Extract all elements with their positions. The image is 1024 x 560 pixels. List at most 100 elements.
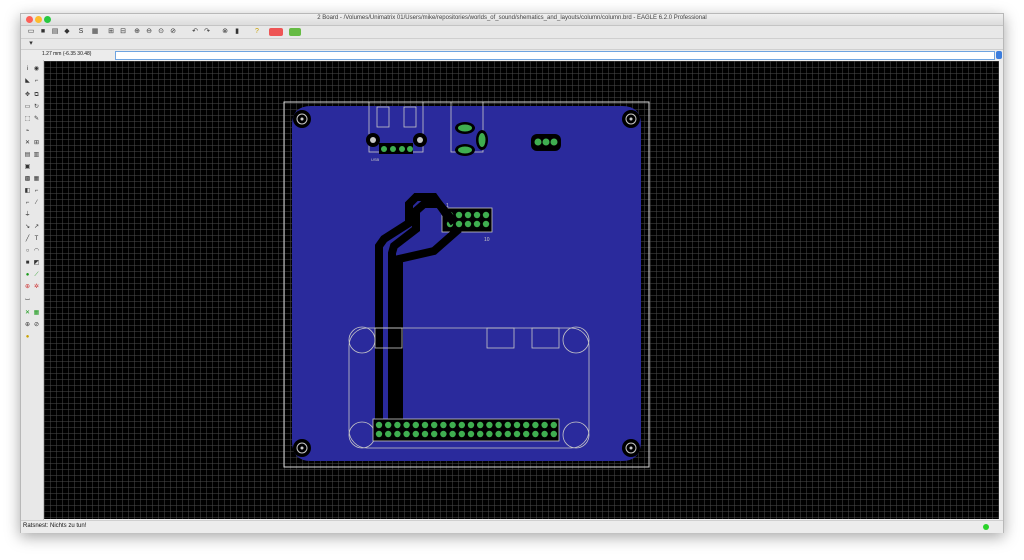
- gpio-pad: [403, 421, 410, 429]
- command-input[interactable]: [115, 51, 995, 60]
- zoom-out-icon[interactable]: ⊖: [145, 28, 153, 36]
- wire-icon[interactable]: ⁄: [33, 200, 40, 207]
- text-icon[interactable]: T: [33, 236, 40, 243]
- script-icon[interactable]: S: [77, 28, 85, 36]
- signal-icon[interactable]: ⏚: [24, 212, 31, 219]
- status-bar: Ratsnest: Nichts zu tun!: [21, 520, 1003, 533]
- help-icon[interactable]: ?: [253, 28, 261, 36]
- polygon-icon[interactable]: ◩: [33, 260, 40, 267]
- mounting-hole-tl: [293, 110, 311, 128]
- title-bar: 2 Board - /Volumes/Unimatrix 01/Users/mi…: [21, 14, 1003, 26]
- name-icon[interactable]: ▤: [24, 152, 31, 159]
- gpio-pad: [458, 421, 465, 429]
- save-icon[interactable]: ■: [39, 28, 47, 36]
- rotate-icon[interactable]: ↻: [33, 104, 40, 111]
- gpio-pad: [532, 430, 539, 438]
- smash-icon[interactable]: ▣: [24, 164, 31, 171]
- zoom-fit-icon[interactable]: ⊞: [107, 28, 115, 36]
- gpio-pad: [486, 430, 493, 438]
- main-toolbar: ▭ ■ ▤ ◆ S ▦ ⊞ ⊟ ⊕ ⊖ ⊙ ⊘ ↶ ↷ ⊗ ▮ ?: [21, 26, 1003, 39]
- coordinate-display: 1.27 mm (-6.35 30.48): [42, 51, 92, 57]
- gpio-pad: [394, 421, 401, 429]
- header-pad: [464, 211, 472, 219]
- undo-icon[interactable]: ↶: [191, 28, 199, 36]
- miter-icon[interactable]: ◧: [24, 188, 31, 195]
- gpio-pad: [449, 421, 456, 429]
- pcb-layout: 1 10 USB: [283, 101, 650, 468]
- command-history-button[interactable]: [996, 51, 1002, 59]
- header-pin-last-label: 10: [484, 237, 490, 243]
- header-pad: [473, 220, 481, 228]
- ripup-icon[interactable]: ⌐: [24, 200, 31, 207]
- group-icon[interactable]: ⬚: [24, 116, 31, 123]
- gpio-pad: [394, 430, 401, 438]
- change-icon[interactable]: ✎: [33, 116, 40, 123]
- errors-icon[interactable]: ⊘: [33, 322, 40, 329]
- mounting-hole-bl: [293, 439, 311, 457]
- zoom-last-icon[interactable]: ⊘: [169, 28, 177, 36]
- gpio-pad: [375, 421, 383, 429]
- delete-icon[interactable]: ✕: [24, 140, 31, 147]
- route-icon[interactable]: ⌐: [33, 188, 40, 195]
- autorouter-icon[interactable]: ↘: [24, 224, 31, 231]
- drc-icon[interactable]: ↗: [33, 224, 40, 231]
- mirror-icon[interactable]: ▭: [24, 104, 31, 111]
- erc-icon[interactable]: ⊕: [24, 322, 31, 329]
- via-icon[interactable]: ●: [24, 272, 31, 279]
- optimize-icon[interactable]: ▦: [33, 176, 40, 183]
- gpio-pad: [513, 421, 521, 429]
- gpio-pad: [486, 421, 493, 429]
- warning-icon[interactable]: ●: [24, 334, 31, 341]
- gpio-pad: [541, 430, 548, 438]
- pad-icon[interactable]: ⟋: [33, 272, 40, 279]
- move-icon[interactable]: ✥: [24, 92, 31, 99]
- design-link-icon[interactable]: [269, 28, 283, 36]
- circle-icon[interactable]: ○: [24, 248, 31, 255]
- gpio-pad: [458, 430, 465, 438]
- three-pin-connector: [531, 134, 561, 151]
- attribute-icon[interactable]: ✲: [33, 284, 40, 291]
- dimension-icon[interactable]: ⌴: [24, 296, 31, 303]
- ulp-icon[interactable]: ▦: [91, 28, 99, 36]
- cam-icon[interactable]: ◆: [63, 28, 71, 36]
- gpio-pad: [477, 430, 484, 438]
- show-icon[interactable]: ◉: [33, 66, 40, 73]
- stop-icon[interactable]: ⊗: [221, 28, 229, 36]
- zoom-select-icon[interactable]: ⊙: [157, 28, 165, 36]
- redo-icon[interactable]: ↷: [203, 28, 211, 36]
- line-icon[interactable]: ╱: [24, 236, 31, 243]
- zoom-in-icon[interactable]: ⊕: [133, 28, 141, 36]
- layer-select-icon[interactable]: ▾: [27, 40, 35, 48]
- gpio-pad: [385, 421, 392, 429]
- zoom-refresh-icon[interactable]: ⊟: [119, 28, 127, 36]
- gpio-pad: [467, 421, 475, 429]
- mark-icon[interactable]: ⌐: [33, 78, 40, 85]
- gpio-pad: [467, 430, 475, 438]
- gpio-pad: [477, 421, 484, 429]
- eagle-window: 2 Board - /Volumes/Unimatrix 01/Users/mi…: [20, 13, 1004, 533]
- copy-icon[interactable]: ⧉: [33, 92, 40, 99]
- open-icon[interactable]: ▭: [27, 28, 35, 36]
- print-icon[interactable]: ▤: [51, 28, 59, 36]
- autoroute-icon[interactable]: ▦: [33, 310, 40, 317]
- usb-label: USB: [371, 157, 380, 162]
- value-icon[interactable]: ▥: [33, 152, 40, 159]
- gpio-pad: [449, 430, 456, 438]
- split-icon[interactable]: ▩: [24, 176, 31, 183]
- display-icon[interactable]: ◣: [24, 78, 31, 85]
- gpio-pad: [421, 421, 429, 429]
- add-icon[interactable]: ⊞: [33, 140, 40, 147]
- tool-sidebar: i ◉ ◣ ⌐ ✥ ⧉ ▭ ↻ ⬚ ✎ ⌁ ✕ ⊞ ▤ ▥ ▣ ▩ ▦ ◧ ⌐ …: [21, 60, 44, 520]
- board-canvas[interactable]: 1 10 USB: [44, 61, 999, 519]
- ratsnest-icon[interactable]: ✕: [24, 310, 31, 317]
- rect-icon[interactable]: ■: [24, 260, 31, 267]
- info-icon[interactable]: i: [24, 66, 31, 73]
- usb-shield-right: [413, 133, 427, 147]
- gpio-pad: [513, 430, 521, 438]
- design-check-icon[interactable]: [289, 28, 301, 36]
- gpio-pad: [403, 430, 410, 438]
- arc-icon[interactable]: ◠: [33, 248, 40, 255]
- go-icon[interactable]: ▮: [233, 28, 241, 36]
- hole-icon[interactable]: ⊕: [24, 284, 31, 291]
- paste-icon[interactable]: ⌁: [24, 128, 31, 135]
